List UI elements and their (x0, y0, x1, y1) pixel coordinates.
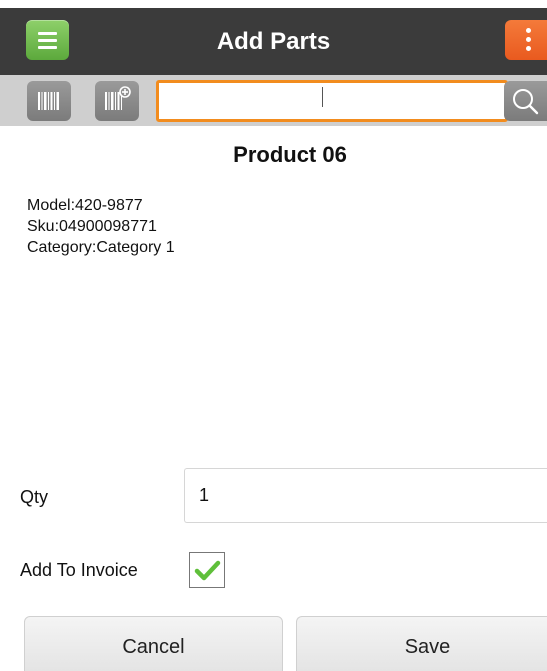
search-button[interactable] (504, 81, 547, 121)
product-sku: Sku:04900098771 (27, 218, 157, 235)
qty-input[interactable] (184, 468, 547, 523)
app-header: Add Parts (0, 8, 547, 75)
barcode-icon (38, 92, 59, 110)
save-button[interactable]: Save (296, 616, 547, 671)
product-title: Product 06 (233, 142, 347, 167)
page-title: Add Parts (216, 28, 331, 55)
product-model: Model:420-9877 (27, 197, 143, 214)
overflow-menu-button[interactable] (505, 20, 547, 60)
search-icon (513, 89, 539, 115)
add-to-invoice-label: Add To Invoice (20, 560, 138, 580)
cancel-button[interactable]: Cancel (24, 616, 283, 671)
checkmark-icon (194, 560, 221, 581)
add-barcode-button[interactable] (95, 81, 139, 121)
barcode-add-icon (105, 86, 131, 110)
scan-barcode-button[interactable] (27, 81, 71, 121)
scan-toolbar (0, 75, 547, 126)
add-parts-screen: Add Parts Product 06 Model:420-9877 Sku:… (0, 0, 547, 671)
barcode-search-input[interactable] (156, 80, 508, 122)
qty-label: Qty (20, 487, 49, 507)
text-caret (322, 87, 323, 107)
product-category: Category:Category 1 (27, 239, 175, 256)
add-to-invoice-checkbox[interactable] (189, 552, 225, 588)
